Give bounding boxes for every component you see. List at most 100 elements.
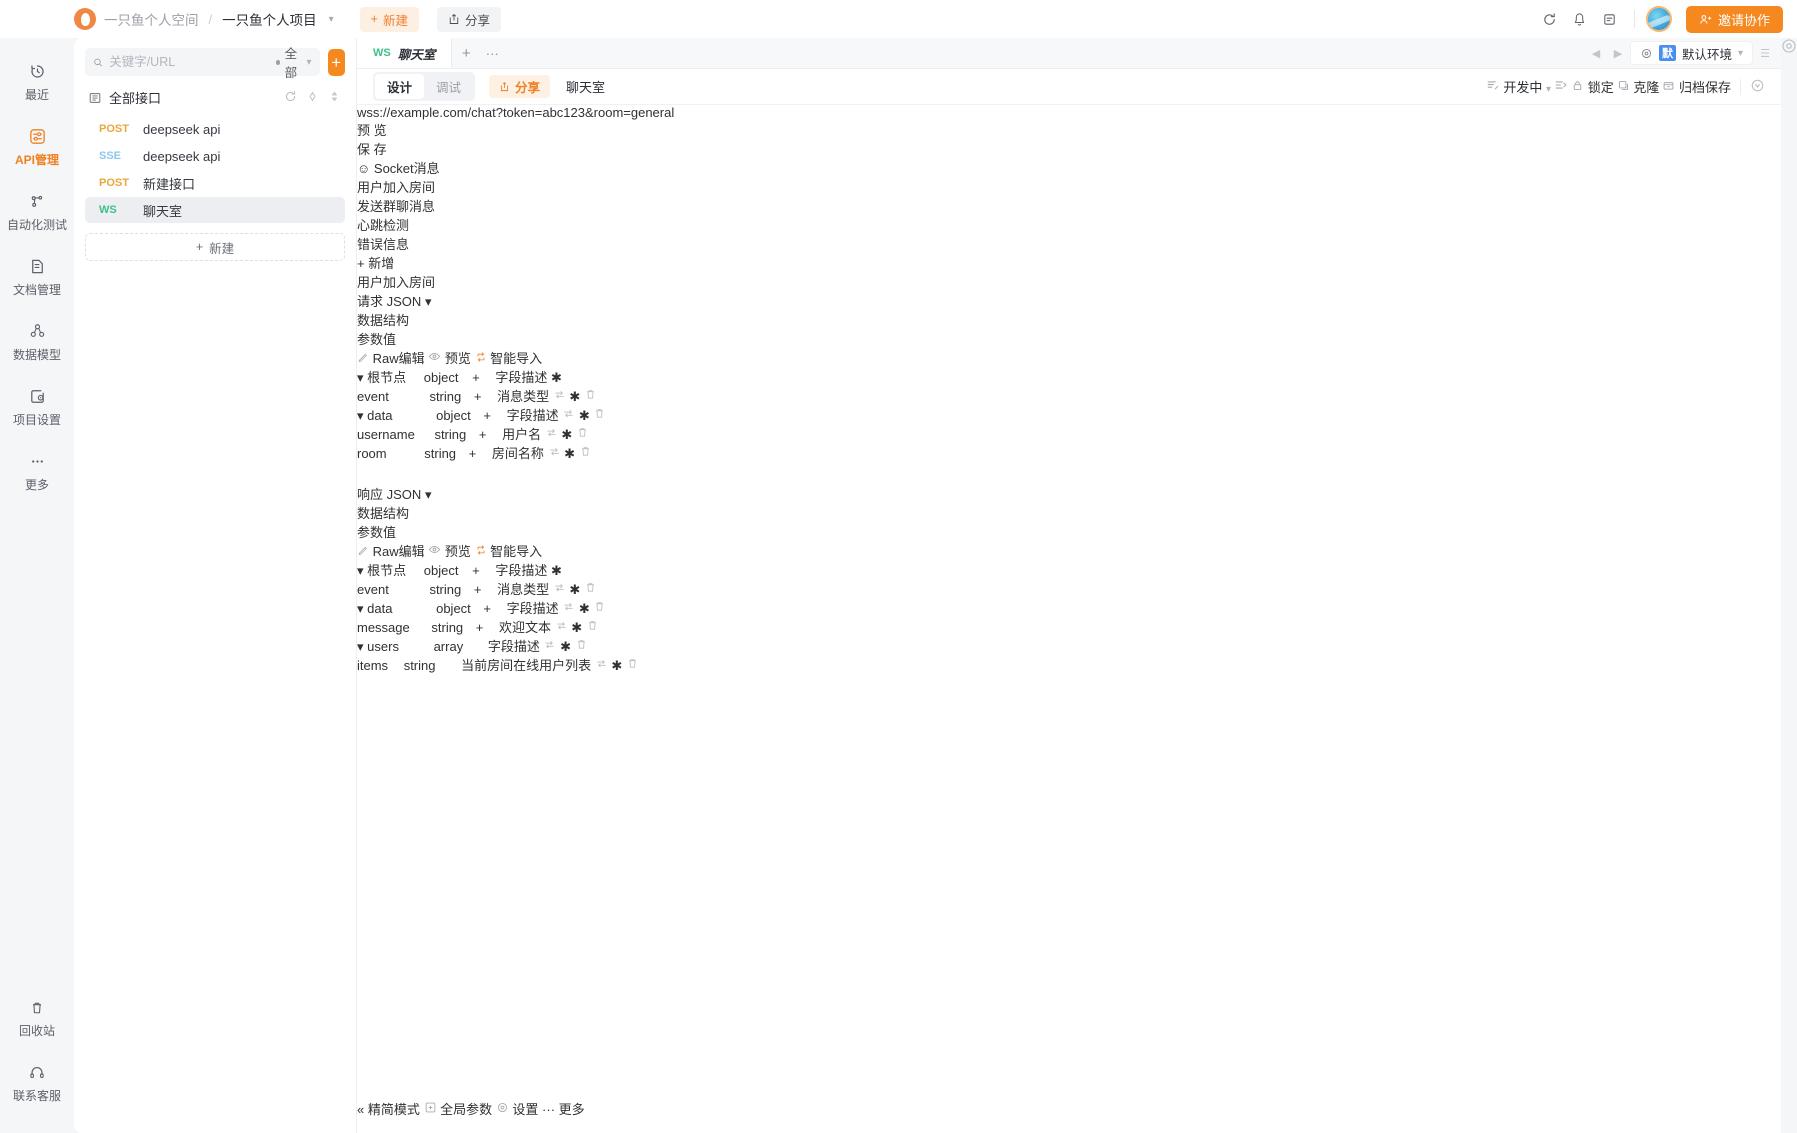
tab-chatroom[interactable]: WS 聊天室 [357, 38, 453, 68]
request-preview-button[interactable]: 预览 [428, 351, 474, 366]
sync-field-icon[interactable] [548, 446, 565, 461]
field-description[interactable]: 字段描述 [507, 601, 559, 616]
chevron-down-icon[interactable]: ▾ [357, 408, 364, 423]
add-field-icon[interactable]: + [483, 601, 491, 616]
share-button[interactable]: 分享 [436, 6, 501, 32]
socket-tab-send-group-message[interactable]: 发送群聊消息 [357, 196, 1781, 215]
field-type[interactable]: string [434, 427, 466, 442]
chevron-down-icon[interactable]: ▾ [357, 639, 364, 654]
tab-debug[interactable]: 调试 [424, 74, 473, 99]
field-type[interactable]: string [429, 582, 461, 597]
field-description[interactable]: 房间名称 [492, 446, 544, 461]
sync-field-icon[interactable] [562, 408, 579, 423]
field-name[interactable]: username [357, 427, 415, 442]
field-description[interactable]: 消息类型 [497, 389, 549, 404]
field-description[interactable]: 用户名 [502, 427, 541, 442]
response-format-select[interactable]: JSON ▾ [387, 487, 432, 502]
field-name[interactable]: 根节点 [367, 370, 406, 385]
environment-selector[interactable]: 默 默认环境 ▾ [1629, 41, 1753, 65]
share-api-button[interactable]: 分享 [489, 75, 551, 98]
required-toggle-icon[interactable]: ✱ [560, 639, 571, 654]
message-name-input[interactable]: 用户加入房间 [357, 272, 1781, 291]
field-description[interactable]: 字段描述 [507, 408, 559, 423]
sidebar-item-recent[interactable]: 最近 [6, 52, 68, 110]
socket-tab-join-room[interactable]: 用户加入房间 [357, 177, 1781, 196]
table-row[interactable]: items string 当前房间在线用户列表 ✱ [357, 655, 1781, 674]
compact-mode-button[interactable]: « 精简模式 [357, 1102, 424, 1117]
delete-field-icon[interactable] [584, 389, 597, 404]
delete-field-icon[interactable] [593, 408, 606, 423]
status-badge[interactable]: 开发中 ▾ [1503, 77, 1551, 96]
field-name[interactable]: data [367, 601, 392, 616]
field-type[interactable]: string [431, 620, 463, 635]
list-item[interactable]: SSE deepseek api [85, 143, 345, 169]
add-field-icon[interactable]: + [469, 446, 477, 461]
add-tab-button[interactable]: + [452, 38, 480, 68]
sync-field-icon[interactable] [545, 427, 562, 442]
field-name[interactable]: room [357, 446, 387, 461]
tab-scroll-right-icon[interactable]: ▶ [1608, 41, 1628, 65]
sync-icon[interactable] [1537, 6, 1563, 32]
add-field-icon[interactable]: + [474, 389, 482, 404]
required-toggle-icon[interactable]: ✱ [561, 427, 572, 442]
delete-field-icon[interactable] [626, 658, 639, 673]
response-preview-button[interactable]: 预览 [428, 544, 474, 559]
locate-icon[interactable] [306, 90, 319, 106]
delete-field-icon[interactable] [584, 582, 597, 597]
field-description[interactable]: 字段描述 [495, 370, 547, 385]
more-button[interactable]: ··· 更多 [542, 1102, 585, 1117]
sync-field-icon[interactable] [553, 389, 570, 404]
chevron-down-icon[interactable]: ▾ [329, 14, 334, 25]
table-row[interactable]: message string + 欢迎文本 ✱ [357, 617, 1781, 636]
table-row[interactable]: event string + 消息类型 ✱ [357, 579, 1781, 598]
table-row[interactable]: ▾ users array 字段描述 ✱ [357, 636, 1781, 655]
add-field-icon[interactable]: + [472, 370, 480, 385]
field-type[interactable]: array [434, 639, 464, 654]
sidebar-item-trash[interactable]: 回收站 [6, 988, 68, 1046]
table-row[interactable]: room string + 房间名称 ✱ [357, 443, 1781, 462]
required-toggle-icon[interactable]: ✱ [579, 601, 590, 616]
tab-more-button[interactable]: ··· [480, 38, 504, 68]
settings-button[interactable]: 设置 [496, 1102, 542, 1117]
hamburger-icon[interactable]: ☰ [1755, 41, 1775, 65]
sync-field-icon[interactable] [555, 620, 572, 635]
create-button[interactable]: + 新建 [359, 6, 419, 32]
add-field-icon[interactable]: + [474, 582, 482, 597]
field-description[interactable]: 字段描述 [488, 639, 540, 654]
save-button[interactable]: 保 存 [357, 139, 1781, 158]
sidebar-item-automation[interactable]: 自动化测试 [6, 182, 68, 240]
sidebar-item-project-settings[interactable]: 项目设置 [6, 377, 68, 435]
delete-field-icon[interactable] [576, 427, 589, 442]
sync-field-icon[interactable] [543, 639, 560, 654]
tab-design[interactable]: 设计 [375, 74, 425, 99]
sidebar-item-document[interactable]: 文档管理 [6, 247, 68, 305]
field-type[interactable]: string [429, 389, 461, 404]
add-field-icon[interactable]: + [483, 408, 491, 423]
add-field-icon[interactable]: + [472, 563, 480, 578]
table-row[interactable]: ▾ 根节点 object + 字段描述 ✱ [357, 367, 1781, 386]
sync-field-icon[interactable] [562, 601, 579, 616]
request-tab-values[interactable]: 参数值 [357, 329, 1781, 348]
field-type[interactable]: object [424, 370, 459, 385]
response-tab-values[interactable]: 参数值 [357, 522, 1781, 541]
list-item[interactable]: POST 新建接口 [85, 170, 345, 196]
table-row[interactable]: ▾ data object + 字段描述 ✱ [357, 598, 1781, 617]
field-name[interactable]: data [367, 408, 392, 423]
list-item[interactable]: POST deepseek api [85, 116, 345, 142]
bell-icon[interactable] [1567, 6, 1593, 32]
table-row[interactable]: event string + 消息类型 ✱ [357, 386, 1781, 405]
delete-field-icon[interactable] [575, 639, 588, 654]
preview-button[interactable]: 预 览 [357, 120, 1781, 139]
field-name[interactable]: 根节点 [367, 563, 406, 578]
collapse-all-icon[interactable] [1750, 78, 1765, 96]
field-name[interactable]: items [357, 658, 388, 673]
archive-button[interactable]: 归档保存 [1662, 77, 1731, 96]
help-circle-icon[interactable] [1781, 39, 1797, 57]
global-params-button[interactable]: 全局参数 [424, 1102, 496, 1117]
required-toggle-icon[interactable]: ✱ [571, 620, 582, 635]
response-raw-edit-button[interactable]: Raw编辑 [357, 544, 428, 559]
refresh-icon[interactable] [284, 90, 297, 106]
sort-field-icon[interactable] [1486, 78, 1500, 95]
breadcrumb-project[interactable]: 一只鱼个人项目 [222, 9, 317, 29]
move-icon[interactable] [1554, 78, 1568, 95]
